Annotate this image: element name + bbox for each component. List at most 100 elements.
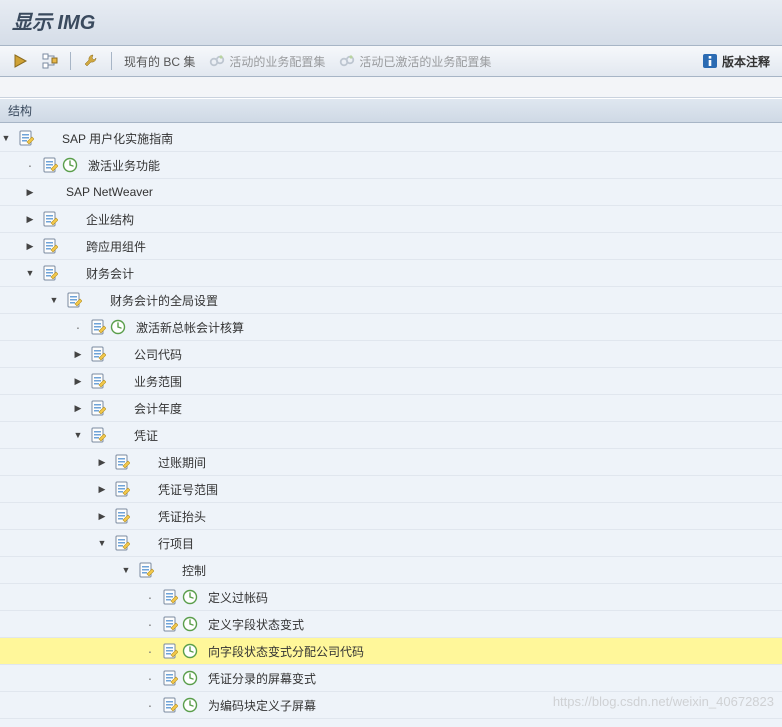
caret-leaf-icon: · [144,589,156,605]
tree-row[interactable]: · 定义过帐码 [0,584,782,611]
tree-row[interactable]: ·激活业务功能 [0,152,782,179]
caret-leaf-icon: · [72,319,84,335]
tree-row[interactable]: ▶凭证抬头 [0,503,782,530]
document-icon[interactable] [114,535,130,551]
tree-row[interactable]: ▼控制 [0,557,782,584]
panel-header: 结构 [0,98,782,123]
document-icon[interactable] [90,346,106,362]
caret-closed-icon[interactable]: ▶ [96,457,108,468]
document-icon[interactable] [114,481,130,497]
tree-row[interactable]: ·激活新总帐会计核算 [0,314,782,341]
document-icon[interactable] [18,130,34,146]
existing-bc-set-button[interactable]: 现有的 BC 集 [120,51,199,72]
tree-node-label: SAP 用户化实施指南 [56,130,173,147]
activity-bc-set-button[interactable]: 活动的业务配置集 [205,51,329,72]
caret-closed-icon[interactable]: ▶ [72,376,84,387]
tree-node-label: 向字段状态变式分配公司代码 [202,643,364,660]
clock-icon[interactable] [182,643,198,659]
document-icon[interactable] [42,238,58,254]
tree-row[interactable]: ▼凭证 [0,422,782,449]
caret-closed-icon[interactable]: ▶ [24,241,36,252]
tree-node-label: 企业结构 [80,211,134,228]
separator [111,52,112,70]
tree-icon [42,53,58,69]
expand-icon [12,53,28,69]
document-icon[interactable] [90,319,106,335]
tree-row[interactable]: ▶SAP NetWeaver [0,179,782,206]
clock-icon[interactable] [182,616,198,632]
clock-icon[interactable] [62,157,78,173]
tree-row[interactable]: ▶ 过账期间 [0,449,782,476]
title-bar: 显示 IMG [0,0,782,46]
document-icon[interactable] [90,373,106,389]
document-icon[interactable] [162,697,178,713]
caret-closed-icon[interactable]: ▶ [24,187,36,198]
document-icon[interactable] [42,211,58,227]
document-icon[interactable] [90,400,106,416]
tree-row[interactable]: ▶会计年度 [0,395,782,422]
document-icon[interactable] [138,562,154,578]
tree-row[interactable]: ▼ 财务会计的全局设置 [0,287,782,314]
wrench-button[interactable] [79,51,103,71]
caret-open-icon[interactable]: ▼ [120,565,132,575]
tree-row[interactable]: ·定义字段状态变式 [0,611,782,638]
tree-view-button[interactable] [38,51,62,71]
caret-closed-icon[interactable]: ▶ [72,349,84,360]
clock-icon[interactable] [182,670,198,686]
tree-node-label: 财务会计 [80,265,134,282]
tree-node-label: 过账期间 [152,454,206,471]
tree-row[interactable]: ▼ SAP 用户化实施指南 [0,125,782,152]
tree-row[interactable]: ▶凭证号范围 [0,476,782,503]
tree-node-label: 为编码块定义子屏幕 [202,697,316,714]
document-icon[interactable] [162,616,178,632]
tree-row[interactable]: ▶公司代码 [0,341,782,368]
tree-row[interactable]: ▼ 财务会计 [0,260,782,287]
caret-open-icon[interactable]: ▼ [72,430,84,440]
activity-bc-set-label: 活动的业务配置集 [229,53,325,70]
tree-row[interactable]: ▶ 企业结构 [0,206,782,233]
tree-row[interactable]: ▼行项目 [0,530,782,557]
clock-icon[interactable] [110,319,126,335]
clock-icon[interactable] [182,697,198,713]
version-notes-button[interactable]: 版本注释 [698,51,774,72]
caret-closed-icon[interactable]: ▶ [72,403,84,414]
tree-node-label: 激活业务功能 [82,157,160,174]
caret-open-icon[interactable]: ▼ [24,268,36,278]
document-icon[interactable] [162,670,178,686]
tree-node-label: 财务会计的全局设置 [104,292,218,309]
tree-row[interactable]: ▶跨应用组件 [0,233,782,260]
document-icon[interactable] [42,157,58,173]
caret-closed-icon[interactable]: ▶ [24,214,36,225]
activated-bc-set-button[interactable]: 活动已激活的业务配置集 [335,51,495,72]
activated-bc-set-label: 活动已激活的业务配置集 [359,53,491,70]
tree-row[interactable]: ·凭证分录的屏幕变式 [0,665,782,692]
clock-icon[interactable] [182,589,198,605]
caret-leaf-icon: · [144,697,156,713]
chain-icon [209,53,225,69]
document-icon[interactable] [66,292,82,308]
tree-row[interactable]: ▶ 业务范围 [0,368,782,395]
caret-leaf-icon: · [144,643,156,659]
chain-icon [339,53,355,69]
existing-bc-set-label: 现有的 BC 集 [124,53,195,70]
tree-node-label: 定义字段状态变式 [202,616,304,633]
document-icon[interactable] [42,265,58,281]
document-icon[interactable] [162,589,178,605]
toolbar: 现有的 BC 集 活动的业务配置集 活动已激活的业务配置集 版本注释 [0,46,782,77]
tree-row[interactable]: · 向字段状态变式分配公司代码 [0,638,782,665]
caret-closed-icon[interactable]: ▶ [96,511,108,522]
caret-open-icon[interactable]: ▼ [0,133,12,143]
version-notes-label: 版本注释 [722,53,770,70]
wrench-icon [83,53,99,69]
document-icon[interactable] [162,643,178,659]
document-icon[interactable] [114,454,130,470]
caret-open-icon[interactable]: ▼ [48,295,60,305]
tree-node-label: 定义过帐码 [202,589,268,606]
expand-all-button[interactable] [8,51,32,71]
tree-node-label: 业务范围 [128,373,182,390]
caret-leaf-icon: · [144,670,156,686]
caret-open-icon[interactable]: ▼ [96,538,108,548]
document-icon[interactable] [90,427,106,443]
caret-closed-icon[interactable]: ▶ [96,484,108,495]
document-icon[interactable] [114,508,130,524]
